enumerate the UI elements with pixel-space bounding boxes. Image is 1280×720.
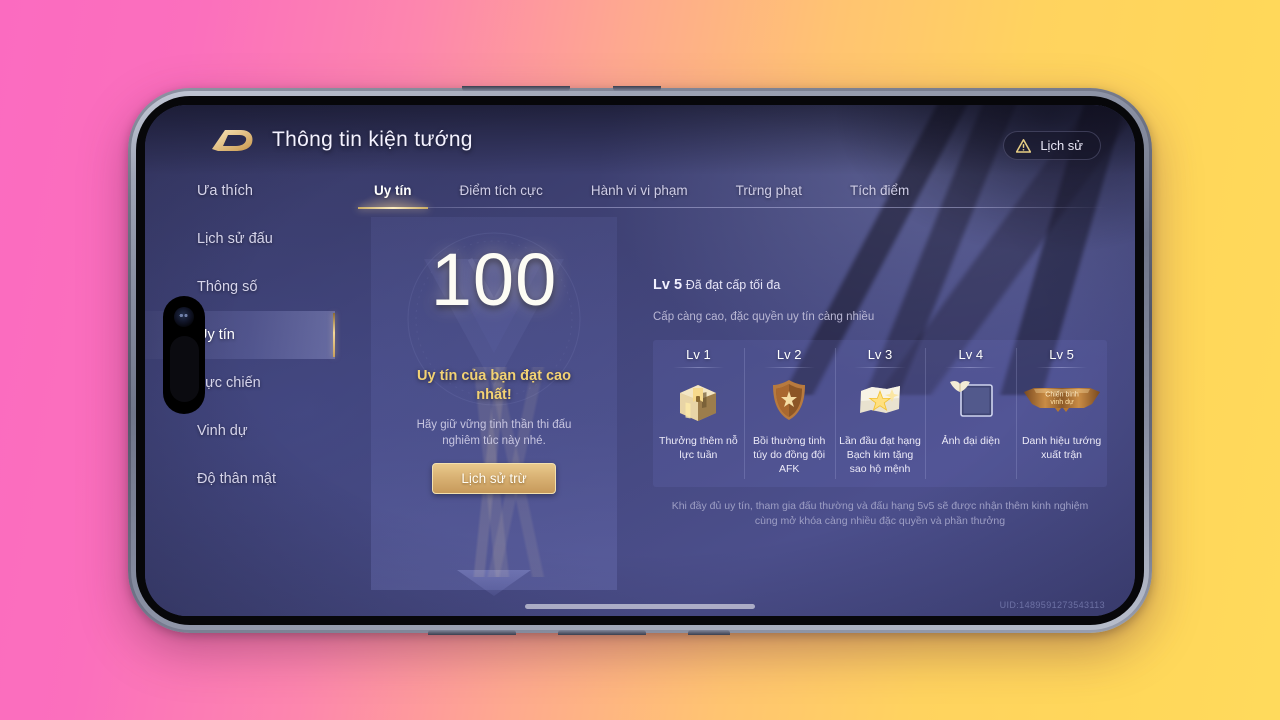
reputation-score-value: 100 xyxy=(430,238,558,321)
level-card-lv4[interactable]: Lv 4 Ảnh đại diện xyxy=(925,340,1016,487)
level-card-lv1[interactable]: Lv 1 Thưởng thêm nỗ lực tuần xyxy=(653,340,744,487)
gold-star-card-icon xyxy=(856,373,904,427)
sidebar-item-label: Độ thân mật xyxy=(197,471,276,487)
sidebar-item-ua-thich[interactable]: Ưa thích xyxy=(145,167,335,215)
bronze-shield-icon xyxy=(769,373,809,427)
level-card-lv3[interactable]: Lv 3 Lần đầu đạt hạng Bạch kim tặng sao … xyxy=(834,340,926,487)
phone-screen: Thông tin kiện tướng Lịch sử Ưa thích Lị… xyxy=(145,105,1135,616)
sidebar-item-label: Lực chiến xyxy=(197,375,261,391)
treasure-chest-icon xyxy=(674,373,722,427)
honor-of-kings-d-logo-icon xyxy=(209,125,255,155)
reputation-subtext: Hãy giữ vững tinh thần thi đấu nghiêm tú… xyxy=(416,418,572,448)
current-level-row: Lv 5 Đã đạt cấp tối đa xyxy=(653,277,1107,293)
level-card-title: Lv 3 xyxy=(867,346,893,362)
game-app-root: Thông tin kiện tướng Lịch sử Ưa thích Lị… xyxy=(145,105,1135,616)
tab-label: Điểm tích cực xyxy=(459,183,543,198)
volume-buttons[interactable] xyxy=(462,86,570,91)
level-card-lv5[interactable]: Lv 5 Chiến binh vinh dự Danh hiệu tướng … xyxy=(1016,340,1107,487)
uid-label: UID:1489591273543113 xyxy=(999,600,1105,610)
reputation-score-panel: 100 Uy tín của bạn đạt cao nhất! Hãy giữ… xyxy=(371,217,617,596)
level-description: Cấp càng cao, đặc quyền uy tín càng nhiề… xyxy=(653,311,875,323)
sidebar-item-label: Lịch sử đấu xyxy=(197,231,273,247)
phone-mockup: Thông tin kiện tướng Lịch sử Ưa thích Lị… xyxy=(128,86,1152,635)
tab-label: Trừng phạt xyxy=(735,183,802,198)
earpiece-speaker xyxy=(170,336,199,402)
tab-label: Tích điểm xyxy=(849,183,910,198)
level-card-divider xyxy=(945,366,997,368)
tab-bar: Uy tín Điểm tích cực Hành vi vi phạm Trừ… xyxy=(346,181,1107,217)
banner-text-line1: Chiến binh xyxy=(1045,389,1079,398)
warning-triangle-icon xyxy=(1016,138,1032,153)
level-card-title: Lv 5 xyxy=(1049,346,1074,362)
tab-label: Hành vi vi phạm xyxy=(590,183,688,198)
bottom-rail-accent-2 xyxy=(558,630,646,635)
level-card-title: Lv 1 xyxy=(686,346,711,362)
home-indicator[interactable] xyxy=(525,604,755,609)
level-card-lv2[interactable]: Lv 2 Bồi thường tinh túy do đồng đội AFK xyxy=(743,340,835,487)
tab-trung-phat[interactable]: Trừng phạt xyxy=(712,183,826,198)
level-privileges-section: Lv 5 Đã đạt cấp tối đa Cấp càng cao, đặc… xyxy=(653,277,1107,530)
tab-diem-tich-cuc[interactable]: Điểm tích cực xyxy=(436,183,567,198)
dynamic-island xyxy=(163,296,205,414)
level-card-desc: Thưởng thêm nỗ lực tuần xyxy=(659,434,738,461)
deduction-history-label: Lịch sử trừ xyxy=(461,470,527,486)
tab-hanh-vi-vi-pham[interactable]: Hành vi vi phạm xyxy=(567,183,712,198)
level-card-divider xyxy=(854,366,906,368)
deduction-history-button[interactable]: Lịch sử trừ xyxy=(432,462,556,494)
tab-uy-tin[interactable]: Uy tín xyxy=(346,181,440,209)
level-card-divider xyxy=(672,366,725,368)
level-cards-grid: Lv 1 Thưởng thêm nỗ lực tuần Lv 2 Bồi th… xyxy=(653,339,1107,487)
sidebar-item-label: Thông số xyxy=(197,279,258,295)
level-card-desc: Ảnh đại diện xyxy=(941,434,1000,447)
banner-text-line2: vinh dự xyxy=(1050,399,1074,406)
sidebar-item-vinh-du[interactable]: Vinh dự xyxy=(145,407,335,455)
level-card-divider xyxy=(1035,366,1088,368)
level-card-title: Lv 2 xyxy=(776,346,802,362)
mute-switch[interactable] xyxy=(613,86,661,91)
bottom-rail-accent-1 xyxy=(428,630,516,635)
level-card-desc: Bồi thường tinh túy do đồng đội AFK xyxy=(753,434,826,475)
sidebar-item-label: Vinh dự xyxy=(197,423,248,439)
current-level-label: Lv 5 xyxy=(653,277,683,293)
level-card-desc: Danh hiệu tướng xuất trận xyxy=(1021,434,1102,461)
level-card-divider xyxy=(763,366,815,368)
power-button[interactable] xyxy=(688,630,730,635)
front-camera-icon xyxy=(174,307,194,327)
reputation-headline: Uy tín của bạn đạt cao nhất! xyxy=(417,368,571,404)
level-card-desc: Lần đầu đạt hạng Bạch kim tặng sao hộ mệ… xyxy=(839,434,921,475)
level-card-title: Lv 4 xyxy=(958,346,984,362)
page-title: Thông tin kiện tướng xyxy=(272,128,473,151)
avatar-frame-icon xyxy=(945,373,997,427)
app-header: Thông tin kiện tướng xyxy=(209,125,473,155)
current-level-status: Đã đạt cấp tối đa xyxy=(685,278,781,292)
history-button[interactable]: Lịch sử xyxy=(1003,131,1101,160)
sidebar-item-label: Ưa thích xyxy=(197,183,253,199)
history-button-label: Lịch sử xyxy=(1040,138,1083,153)
honor-title-banner-icon: Chiến binh vinh dự xyxy=(1022,373,1102,427)
tab-tich-diem[interactable]: Tích điểm xyxy=(826,183,933,198)
sidebar-item-do-than-mat[interactable]: Độ thân mật xyxy=(145,455,335,503)
tab-label: Uy tín xyxy=(374,183,412,198)
sidebar-item-lich-su-dau[interactable]: Lịch sử đấu xyxy=(145,215,335,263)
level-footer-note: Khi đầy đủ uy tín, tham gia đấu thường v… xyxy=(671,499,1089,528)
